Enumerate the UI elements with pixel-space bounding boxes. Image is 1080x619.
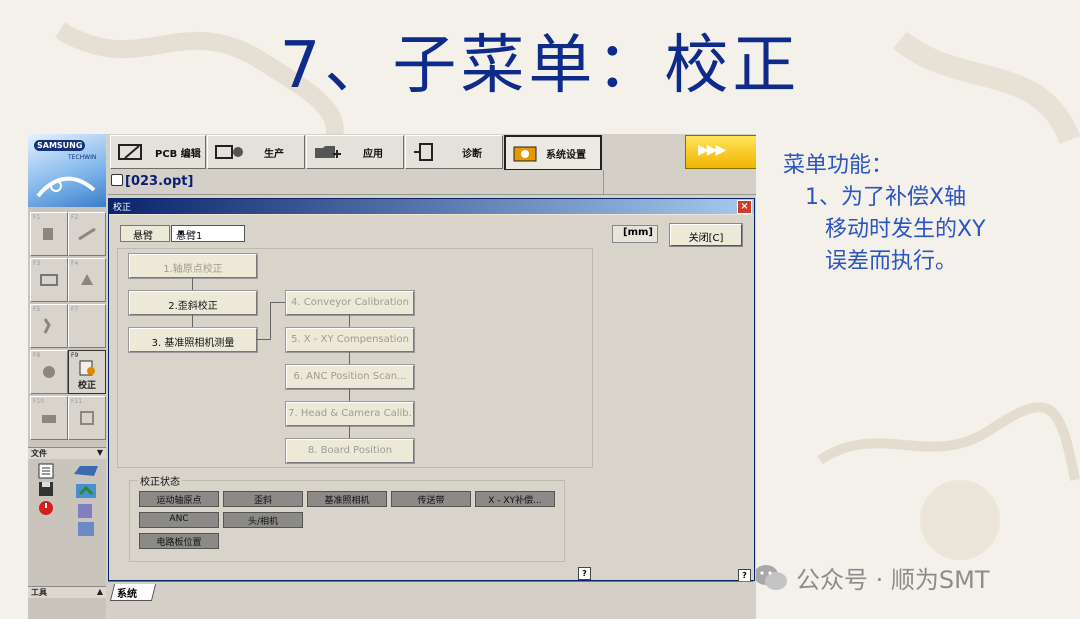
samsung-logo: SAMSUNG TECHWIN <box>28 134 106 207</box>
dialog-title: 校正 <box>113 203 132 213</box>
f5-key[interactable]: F5 <box>30 304 68 348</box>
function-note: 菜单功能： 1、为了补偿X轴 移动时发生的XY 误差而执行。 <box>783 150 986 278</box>
logo-brand: SAMSUNG <box>34 140 86 151</box>
pcb-edit-icon <box>118 144 142 160</box>
watermark: 公众号 · 顺为SMT <box>752 560 990 595</box>
status-badge: 头/相机 <box>223 512 303 528</box>
wrench-icon <box>43 318 51 334</box>
left-toolbar: SAMSUNG TECHWIN F1 F2 F3 F4 F5 F7 F8 F9 … <box>28 134 106 619</box>
watermark-text: 公众号 · 顺为SMT <box>796 566 990 594</box>
f7-key[interactable]: F7 <box>68 304 106 348</box>
top-menu-tabs: PCB 编辑 生产 应用 诊断 系统设置 ▶▶▶ IDLE <box>108 134 756 171</box>
production-icon <box>215 145 243 159</box>
status-badge: 传送带 <box>391 491 471 507</box>
status-badge: 基准照相机 <box>307 491 387 507</box>
settings-icon <box>80 411 94 425</box>
unit-indicator: [mm] <box>612 225 658 243</box>
step-skew-button[interactable]: 2.歪斜校正 <box>128 290 258 316</box>
f3-key[interactable]: F3 <box>30 258 68 302</box>
step-anc-scan-button[interactable]: 6. ANC Position Scan... <box>285 364 415 390</box>
step-fiducial-camera-button[interactable]: 3. 基准照相机测量 <box>128 327 258 353</box>
feeder-icon <box>40 274 58 286</box>
nozzle-icon <box>78 227 96 241</box>
chevron-down-icon[interactable]: ▼ <box>176 228 186 238</box>
file-bar: [023.opt] <box>108 170 756 195</box>
file-section-header[interactable]: 文件 ▼ <box>28 447 106 459</box>
file-tools-icons[interactable] <box>36 462 58 518</box>
board-icon <box>42 415 56 423</box>
app-window: SAMSUNG TECHWIN F1 F2 F3 F4 F5 F7 F8 F9 … <box>28 134 756 619</box>
f10-key[interactable]: F10 <box>30 396 68 440</box>
slide-title: 7、子菜单：校正 <box>279 29 801 103</box>
application-icon <box>315 146 341 158</box>
tab-diagnosis[interactable]: 诊断 <box>405 135 503 169</box>
tab-pcb-edit[interactable]: PCB 编辑 <box>110 135 206 169</box>
f11-key[interactable]: F11 <box>68 396 106 440</box>
status-badge: X - XY补偿... <box>475 491 555 507</box>
f8-key[interactable]: F8 <box>30 350 68 394</box>
file-checkbox-icon <box>111 174 123 186</box>
note-line: 移动时发生的XY <box>825 217 986 242</box>
tab-system[interactable]: 系统 <box>109 584 157 601</box>
f9-calibration-key[interactable]: F9 校正 <box>68 350 106 394</box>
step-conveyor-button[interactable]: 4. Conveyor Calibration <box>285 290 415 316</box>
bottom-tabbar: 系统 <box>108 581 753 604</box>
tab-system-settings[interactable]: 系统设置 <box>504 135 602 171</box>
calibration-icon <box>79 360 95 376</box>
wechat-icon <box>754 564 787 590</box>
note-line: 菜单功能： <box>783 153 894 178</box>
diagnosis-icon <box>414 143 433 161</box>
status-badge: 歪斜 <box>223 491 303 507</box>
status-indicator: ▶▶▶ IDLE <box>685 135 756 169</box>
file-name: [023.opt] <box>111 174 193 189</box>
step-xy-compensation-button[interactable]: 5. X - XY Compensation <box>285 327 415 353</box>
status-arrows: ▶▶▶ <box>698 142 726 158</box>
step-board-position-button[interactable]: 8. Board Position <box>285 438 415 464</box>
dialog-titlebar: 校正 × <box>109 199 754 214</box>
arm-label: 悬臂 <box>120 225 170 242</box>
status-badge: ANC <box>139 512 219 528</box>
system-settings-icon <box>513 146 537 162</box>
status-badge: 运动轴原点 <box>139 491 219 507</box>
f1-key[interactable]: F1 <box>30 212 68 256</box>
help-icon[interactable]: ? <box>578 567 591 580</box>
arm-select[interactable]: 悬臂1 ▼ <box>171 225 245 242</box>
calibration-dialog: 校正 × 悬臂 悬臂1 ▼ [mm] 关闭[C] 1.轴原点校正 2.歪斜校正 … <box>108 198 755 582</box>
tab-production[interactable]: 生产 <box>207 135 305 169</box>
f4-key[interactable]: F4 <box>68 258 106 302</box>
dialog-body: 悬臂 悬臂1 ▼ [mm] 关闭[C] 1.轴原点校正 2.歪斜校正 3. 基准… <box>109 215 754 582</box>
step-head-camera-button[interactable]: 7. Head & Camera Calib. <box>285 401 415 427</box>
tab-application[interactable]: 应用 <box>306 135 404 169</box>
camera-icon <box>43 366 55 378</box>
note-line: 误差而执行。 <box>825 249 958 274</box>
head-icon <box>81 274 93 285</box>
f2-key[interactable]: F2 <box>68 212 106 256</box>
folder-tools-icons[interactable] <box>72 462 100 540</box>
tool-icon <box>43 228 53 240</box>
tools-section-header[interactable]: 工具 ▲ <box>28 586 106 598</box>
close-button[interactable]: 关闭[C] <box>669 223 743 247</box>
calibration-status-group: 校正状态 运动轴原点 歪斜 基准照相机 传送带 X - XY补偿... ANC … <box>129 473 565 562</box>
close-icon[interactable]: × <box>737 200 752 214</box>
logo-sub: TECHWIN <box>68 154 97 161</box>
status-badge: 电路板位置 <box>139 533 219 549</box>
logo-swoosh-icon <box>36 176 96 198</box>
status-group-title: 校正状态 <box>138 473 182 488</box>
calibration-flow: 1.轴原点校正 2.歪斜校正 3. 基准照相机测量 4. Conveyor Ca… <box>117 248 593 468</box>
note-line: 1、为了补偿X轴 <box>805 185 967 210</box>
step-axis-origin-button[interactable]: 1.轴原点校正 <box>128 253 258 279</box>
